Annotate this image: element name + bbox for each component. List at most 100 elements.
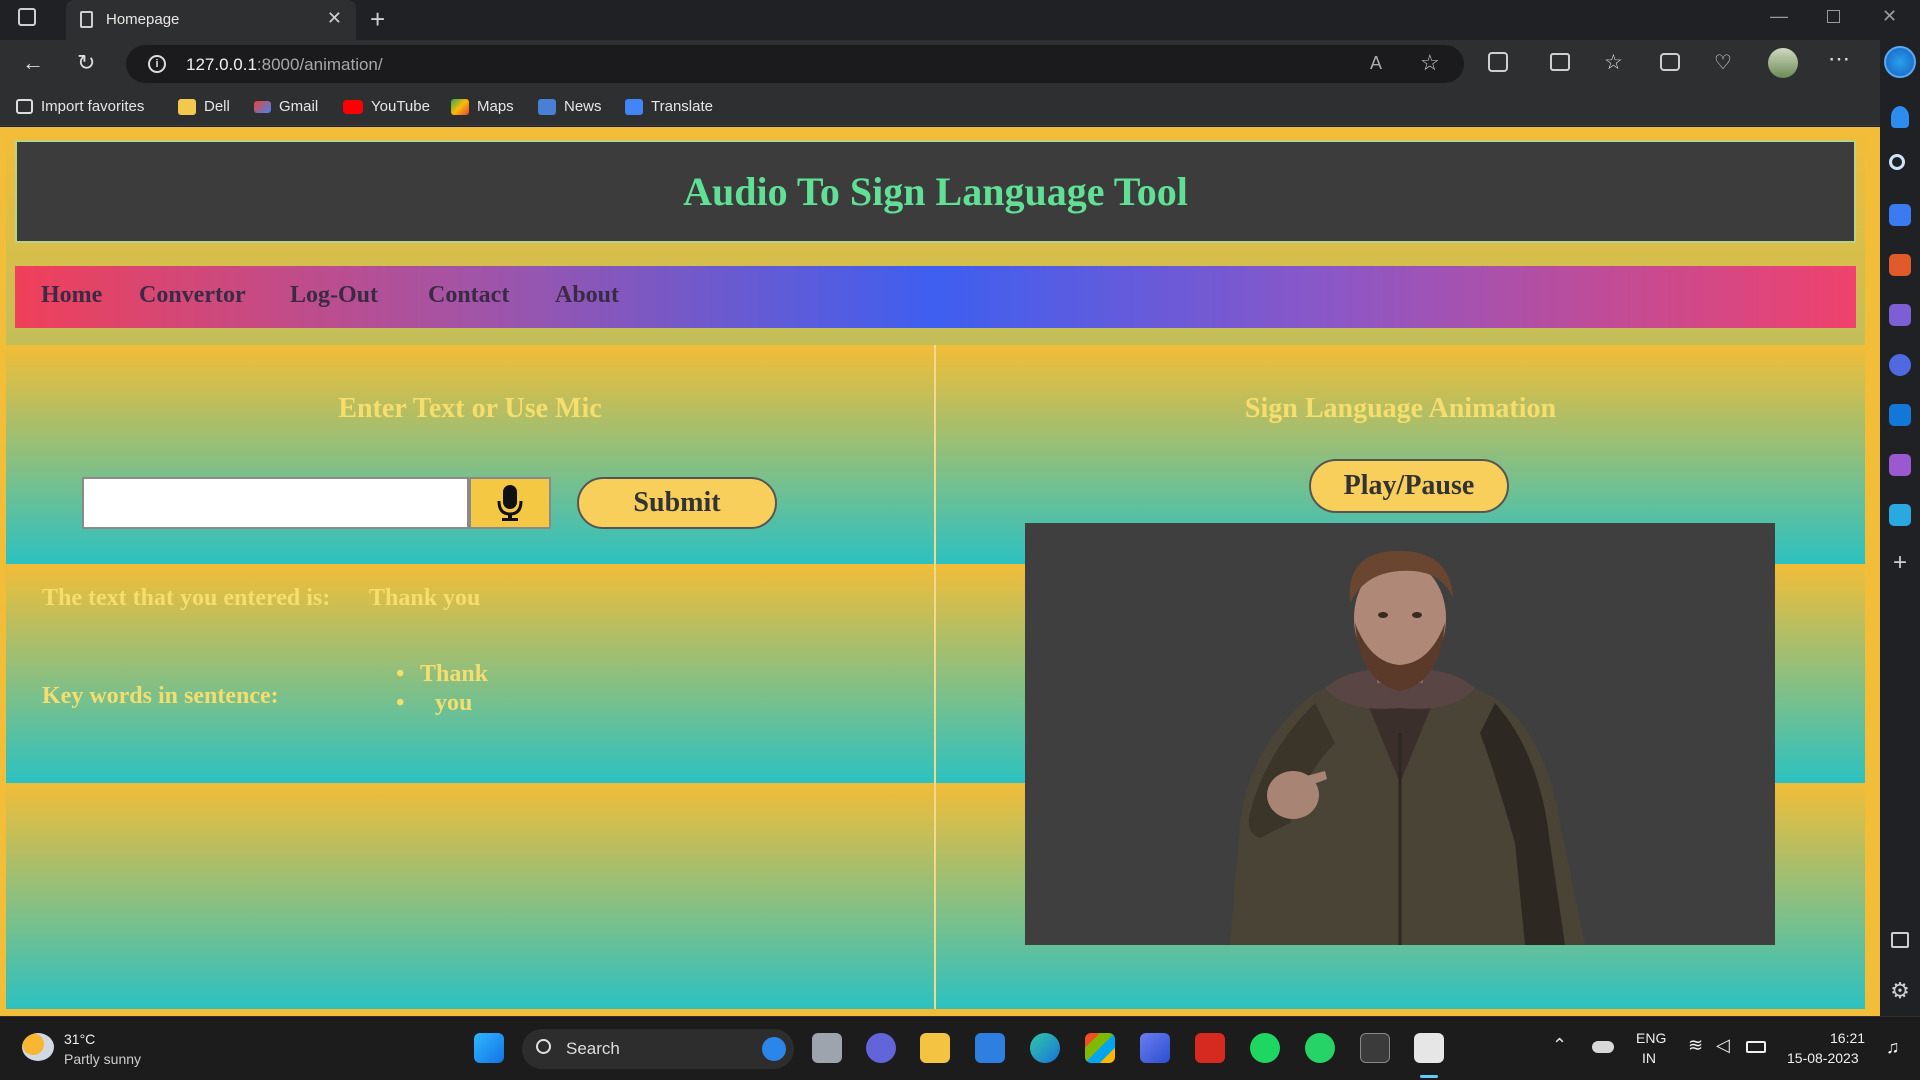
nav-home[interactable]: Home	[41, 282, 102, 309]
taskbar-search[interactable]: Search	[522, 1029, 794, 1069]
start-icon[interactable]	[474, 1033, 504, 1063]
terminal-icon[interactable]	[1360, 1033, 1390, 1063]
address-bar[interactable]: i 127.0.0.1:8000/animation/ A ☆	[126, 45, 1464, 83]
nav-contact[interactable]: Contact	[428, 282, 509, 309]
weather-icon[interactable]	[22, 1033, 54, 1061]
submit-button[interactable]: Submit	[577, 477, 777, 529]
outlook-icon[interactable]	[1889, 404, 1911, 426]
input-section-title: Enter Text or Use Mic	[338, 393, 602, 424]
mail-icon[interactable]	[975, 1033, 1005, 1063]
input-region[interactable]: IN	[1642, 1050, 1656, 1066]
input-language[interactable]: ENG	[1636, 1030, 1666, 1046]
add-icon[interactable]: +	[1889, 551, 1911, 575]
more-options-icon[interactable]: ⋯	[1828, 46, 1850, 72]
notification-bell-icon[interactable]: ♫	[1886, 1037, 1900, 1058]
task-view-icon[interactable]	[812, 1033, 842, 1063]
bookmark-youtube[interactable]: YouTube	[343, 98, 430, 115]
refresh-icon[interactable]: ↻	[77, 50, 95, 76]
microphone-icon	[497, 485, 523, 521]
show-hidden-icons[interactable]: ⌃	[1552, 1035, 1567, 1056]
drop-icon[interactable]	[1889, 504, 1911, 526]
acrobat-icon[interactable]	[1195, 1033, 1225, 1063]
keywords-label: Key words in sentence:	[42, 683, 279, 709]
favorites-icon[interactable]: ☆	[1604, 50, 1623, 75]
bookmark-news[interactable]: News	[538, 98, 602, 115]
site-info-icon[interactable]: i	[148, 55, 166, 73]
column-divider	[934, 345, 936, 1009]
tab-title: Homepage	[106, 11, 180, 28]
read-aloud-icon[interactable]: A	[1370, 53, 1382, 74]
extensions-icon[interactable]	[1488, 52, 1508, 72]
search-label: Search	[566, 1039, 620, 1058]
site-header: Audio To Sign Language Tool	[15, 140, 1856, 243]
clock-time[interactable]: 16:21	[1830, 1030, 1865, 1046]
new-tab-icon[interactable]: +	[370, 4, 385, 35]
entered-text-label: The text that you entered is:	[42, 585, 331, 611]
bookmark-label: Dell	[204, 98, 230, 115]
nav-convertor[interactable]: Convertor	[139, 282, 246, 309]
whatsapp-icon[interactable]	[1305, 1033, 1335, 1063]
split-screen-icon[interactable]	[1550, 53, 1570, 71]
text-input[interactable]	[82, 477, 469, 529]
play-pause-button[interactable]: Play/Pause	[1309, 459, 1509, 513]
snipping-tool-icon[interactable]	[1414, 1033, 1444, 1063]
health-icon[interactable]: ♡	[1714, 50, 1732, 75]
temperature: 31°C	[64, 1031, 96, 1047]
wifi-icon[interactable]: ≋	[1688, 1035, 1703, 1056]
browser-tab[interactable]: Homepage ✕	[66, 0, 356, 40]
favorite-star-icon[interactable]: ☆	[1420, 50, 1440, 76]
file-explorer-icon[interactable]	[920, 1033, 950, 1063]
bookmark-label: Gmail	[279, 98, 319, 115]
navbar: Home Convertor Log-Out Contact About	[15, 266, 1856, 328]
back-icon[interactable]: ←	[22, 50, 44, 76]
news-icon	[538, 98, 556, 115]
close-window-icon[interactable]: ✕	[1882, 6, 1897, 27]
restore-icon[interactable]	[1827, 10, 1840, 23]
tools-icon[interactable]	[1889, 254, 1911, 276]
bookmark-import-favorites[interactable]: Import favorites	[16, 98, 144, 115]
microsoft-365-icon[interactable]	[1889, 354, 1911, 376]
games-icon[interactable]	[1889, 304, 1911, 326]
sign-animation-video[interactable]	[1025, 523, 1775, 945]
shopping-tag-icon[interactable]	[1889, 204, 1911, 226]
bookmark-label: News	[564, 98, 602, 115]
bookmark-label: Import favorites	[41, 98, 145, 115]
profile-avatar[interactable]	[1768, 48, 1798, 78]
hide-sidebar-icon[interactable]	[1891, 932, 1909, 948]
bookmark-label: Translate	[651, 98, 713, 115]
teams-chat-icon[interactable]	[866, 1033, 896, 1063]
copilot-app-icon[interactable]	[1140, 1033, 1170, 1063]
notifications-icon[interactable]	[1891, 106, 1909, 128]
search-icon[interactable]	[1889, 154, 1905, 170]
copilot-icon[interactable]	[1884, 46, 1916, 78]
settings-icon[interactable]: ⚙	[1889, 980, 1911, 1002]
bookmark-translate[interactable]: Translate	[625, 98, 713, 115]
search-icon	[536, 1039, 551, 1054]
designer-icon[interactable]	[1889, 454, 1911, 476]
url-text[interactable]: 127.0.0.1:8000/animation/	[186, 55, 383, 75]
translate-icon	[625, 98, 643, 115]
minimize-icon[interactable]: —	[1770, 6, 1788, 27]
windows-taskbar: 31°C Partly sunny Search ⌃ ENG IN ≋ ◁ 16…	[0, 1016, 1920, 1080]
gmail-icon	[254, 100, 271, 113]
bookmark-dell[interactable]: Dell	[178, 98, 230, 115]
bookmark-label: Maps	[477, 98, 514, 115]
collections-icon[interactable]	[1660, 53, 1680, 71]
mic-button[interactable]	[469, 477, 551, 529]
tab-actions-icon[interactable]	[18, 8, 36, 26]
nav-log-out[interactable]: Log-Out	[290, 282, 378, 309]
onedrive-icon[interactable]	[1592, 1041, 1614, 1053]
keywords-list: Thank you	[396, 661, 488, 719]
bookmark-gmail[interactable]: Gmail	[254, 98, 318, 115]
close-tab-icon[interactable]: ✕	[327, 8, 342, 29]
store-icon[interactable]	[1085, 1033, 1115, 1063]
spotify-icon[interactable]	[1250, 1033, 1280, 1063]
edge-icon[interactable]	[1030, 1033, 1060, 1063]
battery-icon[interactable]	[1746, 1041, 1766, 1053]
youtube-icon	[343, 99, 363, 114]
clock-date[interactable]: 15-08-2023	[1787, 1050, 1859, 1066]
bookmark-maps[interactable]: Maps	[451, 98, 514, 115]
volume-icon[interactable]: ◁	[1716, 1035, 1730, 1056]
nav-about[interactable]: About	[555, 282, 619, 309]
site-title: Audio To Sign Language Tool	[683, 169, 1188, 214]
